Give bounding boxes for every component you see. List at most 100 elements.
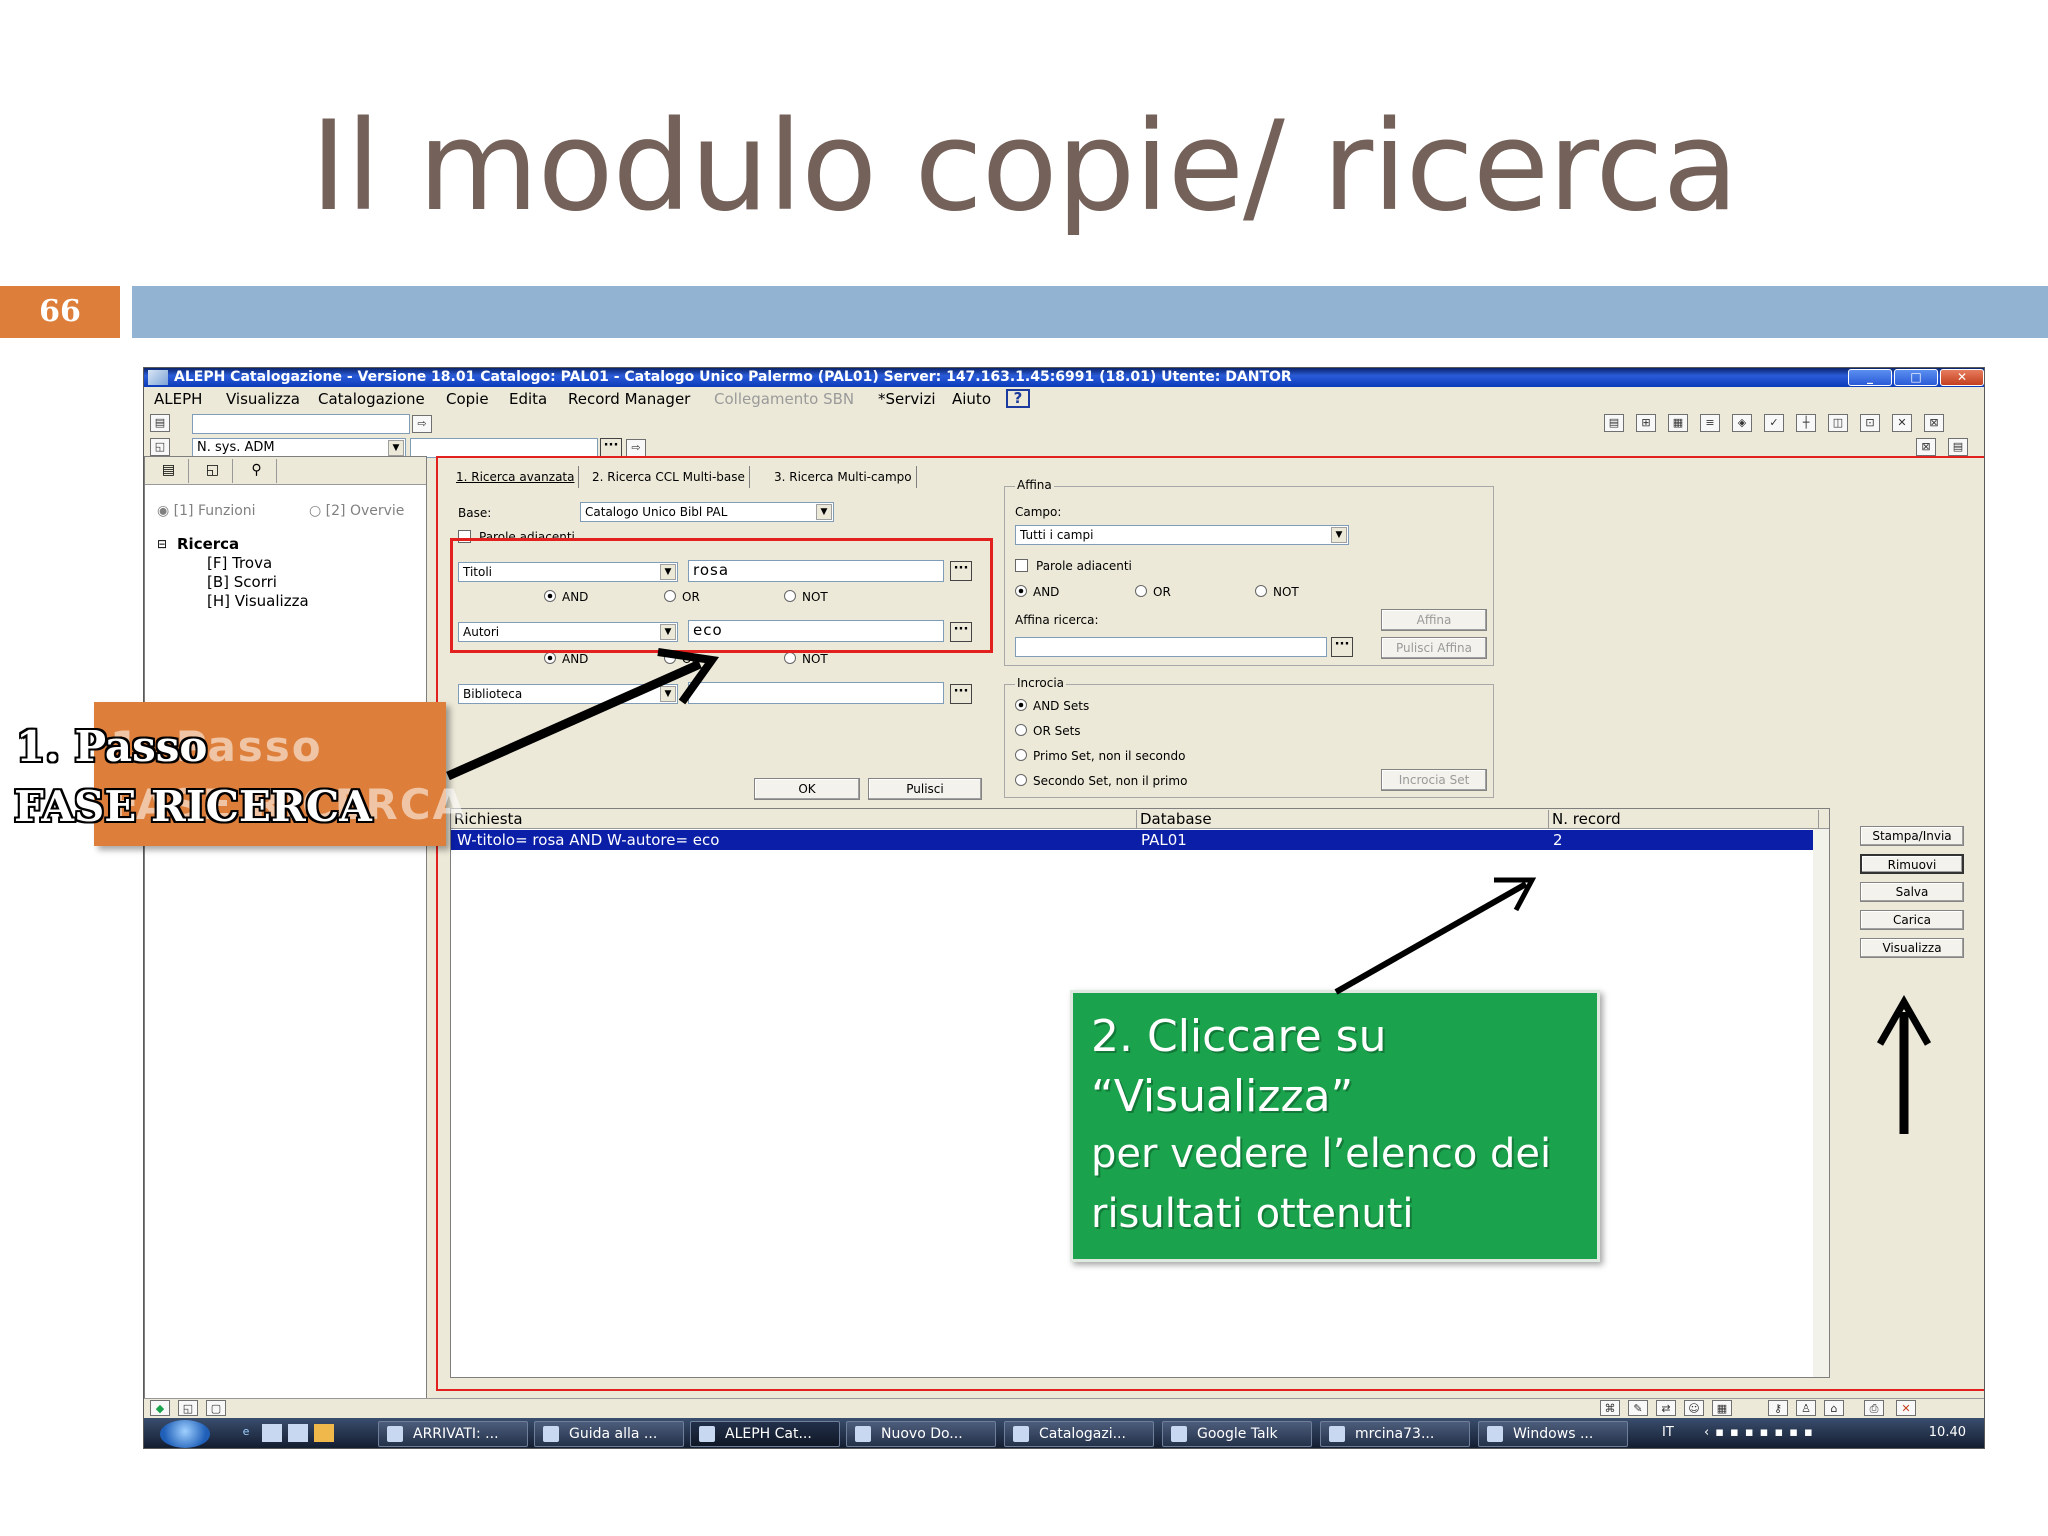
campo-select[interactable]: Tutti i campi ▼ [1015,525,1349,545]
maximize-button[interactable]: □ [1894,369,1938,386]
tab-functions-icon[interactable]: ▤ [149,459,189,483]
tool-icon-9[interactable]: ⊡ [1860,414,1880,432]
tab-ricerca-ccl[interactable]: 2. Ricerca CCL Multi-base [588,466,750,488]
field3-select[interactable]: Biblioteca ▼ [458,684,678,704]
incrocia-secondo-set-radio[interactable]: Secondo Set, non il primo [1015,774,1187,788]
sys-number-input[interactable] [410,438,598,458]
tab-ricerca-avanzata[interactable]: 1. Ricerca avanzata [452,466,580,488]
start-button-icon[interactable] [160,1420,210,1448]
media-icon[interactable] [314,1424,334,1442]
ie-icon[interactable]: e [236,1424,256,1442]
tool-icon-1[interactable]: ▤ [1604,414,1624,432]
result-row[interactable]: W-titolo= rosa AND W-autore= eco PAL01 2 [451,830,1823,850]
status-record-icon[interactable]: ▢ [206,1400,226,1416]
task-aleph[interactable]: ALEPH Cat... [690,1421,840,1447]
panel-icon-2[interactable]: ▤ [1948,438,1968,456]
minimize-button[interactable]: _ [1848,369,1892,386]
incrocia-set-button[interactable]: Incrocia Set [1381,769,1487,791]
pulisci-affina-button[interactable]: Pulisci Affina [1381,637,1487,659]
salva-button[interactable]: Salva [1860,882,1964,902]
radio-overview[interactable]: ○ [2] Overvie [309,503,404,519]
rimuovi-button[interactable]: Rimuovi [1860,854,1964,874]
tab-ricerca-multi-campo[interactable]: 3. Ricerca Multi-campo [770,466,917,488]
task-mrcina73[interactable]: mrcina73... [1320,1421,1470,1447]
task-windows[interactable]: Windows ... [1478,1421,1628,1447]
tool-icon-3[interactable]: ▦ [1668,414,1688,432]
col-richiesta[interactable]: Richiesta [451,810,1137,828]
language-indicator[interactable]: IT [1662,1425,1674,1440]
task-nuovo-documento[interactable]: Nuovo Do... [846,1421,996,1447]
chevron-down-icon[interactable]: ▼ [660,686,676,702]
pulisci-button[interactable]: Pulisci [868,778,982,800]
menu-servizi[interactable]: *Servizi [878,390,936,408]
menu-collegamento-sbn[interactable]: Collegamento SBN [714,390,854,408]
op2-and-radio[interactable]: AND [544,652,588,666]
menu-catalogazione[interactable]: Catalogazione [318,390,425,408]
affina-parole-adiacenti-checkbox[interactable]: Parole adiacenti [1015,559,1132,573]
menu-edita[interactable]: Edita [509,390,547,408]
affina-not-radio[interactable]: NOT [1255,585,1299,599]
help-icon[interactable]: ? [1006,389,1030,408]
tree-item-trova[interactable]: [F] Trova [207,554,272,572]
explorer-icon[interactable] [288,1424,308,1442]
incrocia-and-sets-radio[interactable]: AND Sets [1015,699,1089,713]
task-arrivati[interactable]: ARRIVATI: ... [378,1421,528,1447]
tool-icon-10[interactable]: ✕ [1892,414,1912,432]
browse-button[interactable]: ··· [600,438,622,458]
affina-button[interactable]: Affina [1381,609,1487,631]
base-select[interactable]: Catalogo Unico Bibl PAL ▼ [580,502,834,522]
col-database[interactable]: Database [1137,810,1549,828]
chevron-down-icon[interactable]: ▼ [1331,527,1347,543]
radio-funzioni[interactable]: ◉ [1] Funzioni [157,503,256,519]
tab-copies-icon[interactable]: ◱ [193,459,233,483]
tree-item-scorri[interactable]: [B] Scorri [207,573,277,591]
status-exit-icon[interactable]: ✕ [1896,1400,1916,1416]
tool-icon-4[interactable]: ≡ [1700,414,1720,432]
chevron-down-icon[interactable]: ▼ [388,440,404,456]
stampa-invia-button[interactable]: Stampa/Invia [1860,826,1964,846]
tree-collapse-icon[interactable]: ⊟ [157,537,167,551]
status-print-icon[interactable]: ⎙ [1864,1400,1884,1416]
open-record-icon[interactable]: ▤ [150,414,170,432]
value3-input[interactable] [688,682,944,704]
task-catalogazione[interactable]: Catalogazi... [1004,1421,1154,1447]
go-arrow-icon-2[interactable]: ⇨ [626,439,646,457]
op2-or-radio[interactable]: OR [664,652,700,666]
op2-not-radio[interactable]: NOT [784,652,828,666]
desktop-icon[interactable] [262,1424,282,1442]
affina-or-radio[interactable]: OR [1135,585,1171,599]
tool-icon-5[interactable]: ◈ [1732,414,1752,432]
incrocia-primo-set-radio[interactable]: Primo Set, non il secondo [1015,749,1185,763]
menu-record-manager[interactable]: Record Manager [568,390,690,408]
incrocia-or-sets-radio[interactable]: OR Sets [1015,724,1081,738]
tab-search-binoculars-icon[interactable]: ⚲ [237,459,277,483]
tree-item-visualizza[interactable]: [H] Visualizza [207,592,309,610]
sys-number-select[interactable]: N. sys. ADM ▼ [192,438,406,458]
tool-icon-8[interactable]: ◫ [1828,414,1848,432]
menu-copie[interactable]: Copie [446,390,489,408]
carica-button[interactable]: Carica [1860,910,1964,930]
tool-icon-6[interactable]: ✓ [1764,414,1784,432]
visualizza-button[interactable]: Visualizza [1860,938,1964,958]
menu-aleph[interactable]: ALEPH [154,390,202,408]
affina-ricerca-input[interactable] [1015,637,1327,657]
status-copy-icon[interactable]: ◱ [178,1400,198,1416]
value3-browse-button[interactable]: ··· [950,684,972,704]
chevron-down-icon[interactable]: ▼ [816,504,832,520]
col-n-record[interactable]: N. record [1549,810,1819,828]
go-arrow-icon[interactable]: ⇨ [412,415,432,433]
record-number-input[interactable] [192,414,410,434]
close-button[interactable]: ✕ [1940,369,1984,386]
panel-icon-1[interactable]: ⊠ [1916,438,1936,456]
task-guida[interactable]: Guida alla ... [534,1421,684,1447]
task-google-talk[interactable]: Google Talk [1162,1421,1312,1447]
tool-icon-11[interactable]: ⊠ [1924,414,1944,432]
tool-icon-2[interactable]: ⊞ [1636,414,1656,432]
affina-browse-button[interactable]: ··· [1331,637,1353,657]
affina-and-radio[interactable]: AND [1015,585,1059,599]
tool-icon-7[interactable]: ┼ [1796,414,1816,432]
ok-button[interactable]: OK [754,778,860,800]
menu-aiuto[interactable]: Aiuto [952,390,991,408]
tree-root-ricerca[interactable]: Ricerca [177,535,239,553]
menu-visualizza[interactable]: Visualizza [226,390,300,408]
